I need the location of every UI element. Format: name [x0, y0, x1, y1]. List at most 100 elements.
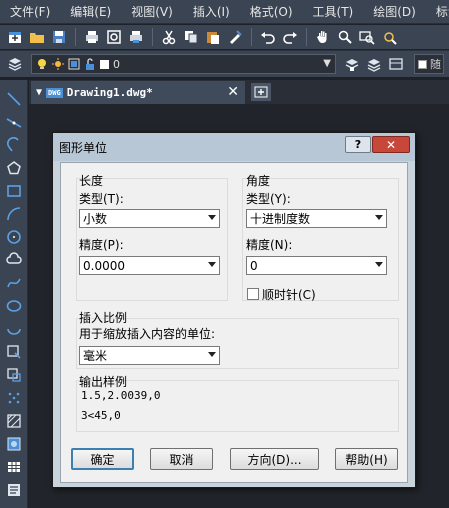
close-icon[interactable]: ✕: [372, 136, 410, 153]
layer-previous-icon[interactable]: [365, 55, 383, 73]
open-folder-icon[interactable]: [28, 28, 46, 46]
clockwise-checkbox[interactable]: [247, 288, 259, 300]
drawing-units-dialog: 图形单位 ? ✕ 长度 类型(T): 小数 精度(P): 0.0000 角度 类…: [52, 132, 416, 488]
ellipse-arc-icon[interactable]: [5, 320, 23, 338]
layer-unlock-icon: [86, 58, 94, 70]
angle-type-select[interactable]: 十进制度数: [246, 209, 387, 228]
ok-button[interactable]: 确定: [71, 448, 134, 470]
make-current-layer-icon[interactable]: [343, 55, 361, 73]
match-properties-icon[interactable]: [226, 28, 244, 46]
menu-item-7[interactable]: 标注: [426, 3, 449, 20]
insertion-units-value: 毫米: [83, 349, 108, 363]
save-icon[interactable]: [50, 28, 68, 46]
color-swatch: [418, 59, 427, 69]
construction-line-icon[interactable]: [5, 114, 23, 132]
sample-line-2: 3<45,0: [81, 409, 121, 422]
toolbar-separator: [152, 28, 153, 46]
angle-type-value: 十进制度数: [250, 212, 311, 226]
menu-bar: 文件(F)编辑(E)视图(V)插入(I)格式(O)工具(T)绘图(D)标注: [0, 0, 449, 24]
angle-group-label: 角度: [246, 174, 271, 188]
copy-icon[interactable]: [182, 28, 200, 46]
toolbar-separator: [306, 28, 307, 46]
circle-icon[interactable]: [5, 228, 23, 246]
insertion-scale-label: 插入比例: [79, 311, 128, 325]
arc-icon[interactable]: [5, 205, 23, 223]
revision-cloud-icon[interactable]: [5, 251, 23, 269]
hatch-icon[interactable]: [5, 412, 23, 430]
menu-item-3[interactable]: 插入(I): [183, 3, 240, 20]
layer-manager-icon[interactable]: [6, 55, 24, 73]
angle-precision-select[interactable]: 0: [246, 256, 387, 275]
ellipse-icon[interactable]: [5, 297, 23, 315]
gradient-icon[interactable]: [5, 435, 23, 453]
polyline-icon[interactable]: [5, 136, 23, 154]
layers-toolbar: 0 ▼ 随: [0, 50, 449, 77]
clockwise-label[interactable]: 顺时针(C): [262, 286, 316, 303]
point-icon[interactable]: [5, 389, 23, 407]
chevron-down-icon: [208, 352, 216, 357]
chevron-down-icon: [375, 215, 383, 220]
new-tab-button[interactable]: [251, 83, 271, 101]
current-layer-name: 0: [113, 57, 120, 71]
insertion-units-label: 用于缩放插入内容的单位:: [79, 327, 216, 341]
drawing-tab[interactable]: ▼ DWG Drawing1.dwg* ✕: [31, 81, 245, 104]
zoom-previous-icon[interactable]: [380, 28, 398, 46]
draw-tool-palette: [0, 80, 28, 508]
layer-dropdown[interactable]: 0 ▼: [31, 54, 336, 74]
length-precision-label: 精度(P):: [79, 238, 124, 252]
toolbar-separator: [75, 28, 76, 46]
rectangle-icon[interactable]: [5, 182, 23, 200]
paste-icon[interactable]: [204, 28, 222, 46]
menu-item-1[interactable]: 编辑(E): [60, 3, 121, 20]
layer-color-swatch: [100, 59, 109, 69]
menu-item-2[interactable]: 视图(V): [121, 3, 183, 20]
length-precision-select[interactable]: 0.0000: [79, 256, 220, 275]
publish-icon[interactable]: [127, 28, 145, 46]
new-drawing-icon: [254, 86, 268, 98]
table-icon[interactable]: [5, 458, 23, 476]
direction-button[interactable]: 方向(D)...: [230, 448, 319, 470]
zoom-realtime-icon[interactable]: [336, 28, 354, 46]
print-icon[interactable]: [83, 28, 101, 46]
close-tab-icon[interactable]: ✕: [227, 84, 239, 100]
undo-icon[interactable]: [259, 28, 277, 46]
make-block-icon[interactable]: [5, 366, 23, 384]
plot-preview-icon[interactable]: [105, 28, 123, 46]
cut-icon[interactable]: [160, 28, 178, 46]
dialog-body: 长度 类型(T): 小数 精度(P): 0.0000 角度 类型(Y): 十进制…: [60, 162, 408, 483]
spline-icon[interactable]: [5, 274, 23, 292]
insertion-units-select[interactable]: 毫米: [79, 346, 220, 365]
layer-thaw-sun-icon: [52, 58, 64, 70]
line-icon[interactable]: [5, 90, 23, 108]
chevron-down-icon: [375, 262, 383, 267]
standard-toolbar: [0, 25, 449, 49]
sample-line-1: 1.5,2.0039,0: [81, 389, 161, 402]
length-group-label: 长度: [79, 174, 104, 188]
pan-hand-icon[interactable]: [314, 28, 332, 46]
zoom-window-icon[interactable]: [358, 28, 376, 46]
tab-menu-triangle-icon[interactable]: ▼: [36, 87, 42, 98]
chevron-down-icon: [208, 262, 216, 267]
length-precision-value: 0.0000: [83, 258, 125, 273]
cancel-button[interactable]: 取消: [150, 448, 213, 470]
layer-state-icon[interactable]: [387, 55, 405, 73]
menu-item-5[interactable]: 工具(T): [303, 3, 364, 20]
help-icon[interactable]: ?: [345, 136, 371, 153]
length-type-select[interactable]: 小数: [79, 209, 220, 228]
chevron-down-icon: ▼: [323, 58, 331, 69]
insert-block-icon[interactable]: [5, 343, 23, 361]
layer-on-bulb-icon: [38, 59, 46, 69]
redo-icon[interactable]: [281, 28, 299, 46]
multiline-text-icon[interactable]: [5, 481, 23, 499]
menu-item-6[interactable]: 绘图(D): [363, 3, 426, 20]
color-dropdown[interactable]: 随: [414, 54, 444, 74]
chevron-down-icon: [208, 215, 216, 220]
polygon-icon[interactable]: [5, 159, 23, 177]
color-dropdown-value: 随: [430, 58, 441, 71]
menu-item-0[interactable]: 文件(F): [0, 3, 60, 20]
help-button[interactable]: 帮助(H): [335, 448, 398, 470]
menu-item-4[interactable]: 格式(O): [240, 3, 303, 20]
sample-output-label: 输出样例: [79, 375, 128, 389]
new-file-icon[interactable]: [6, 28, 24, 46]
length-type-label: 类型(T):: [79, 192, 124, 206]
